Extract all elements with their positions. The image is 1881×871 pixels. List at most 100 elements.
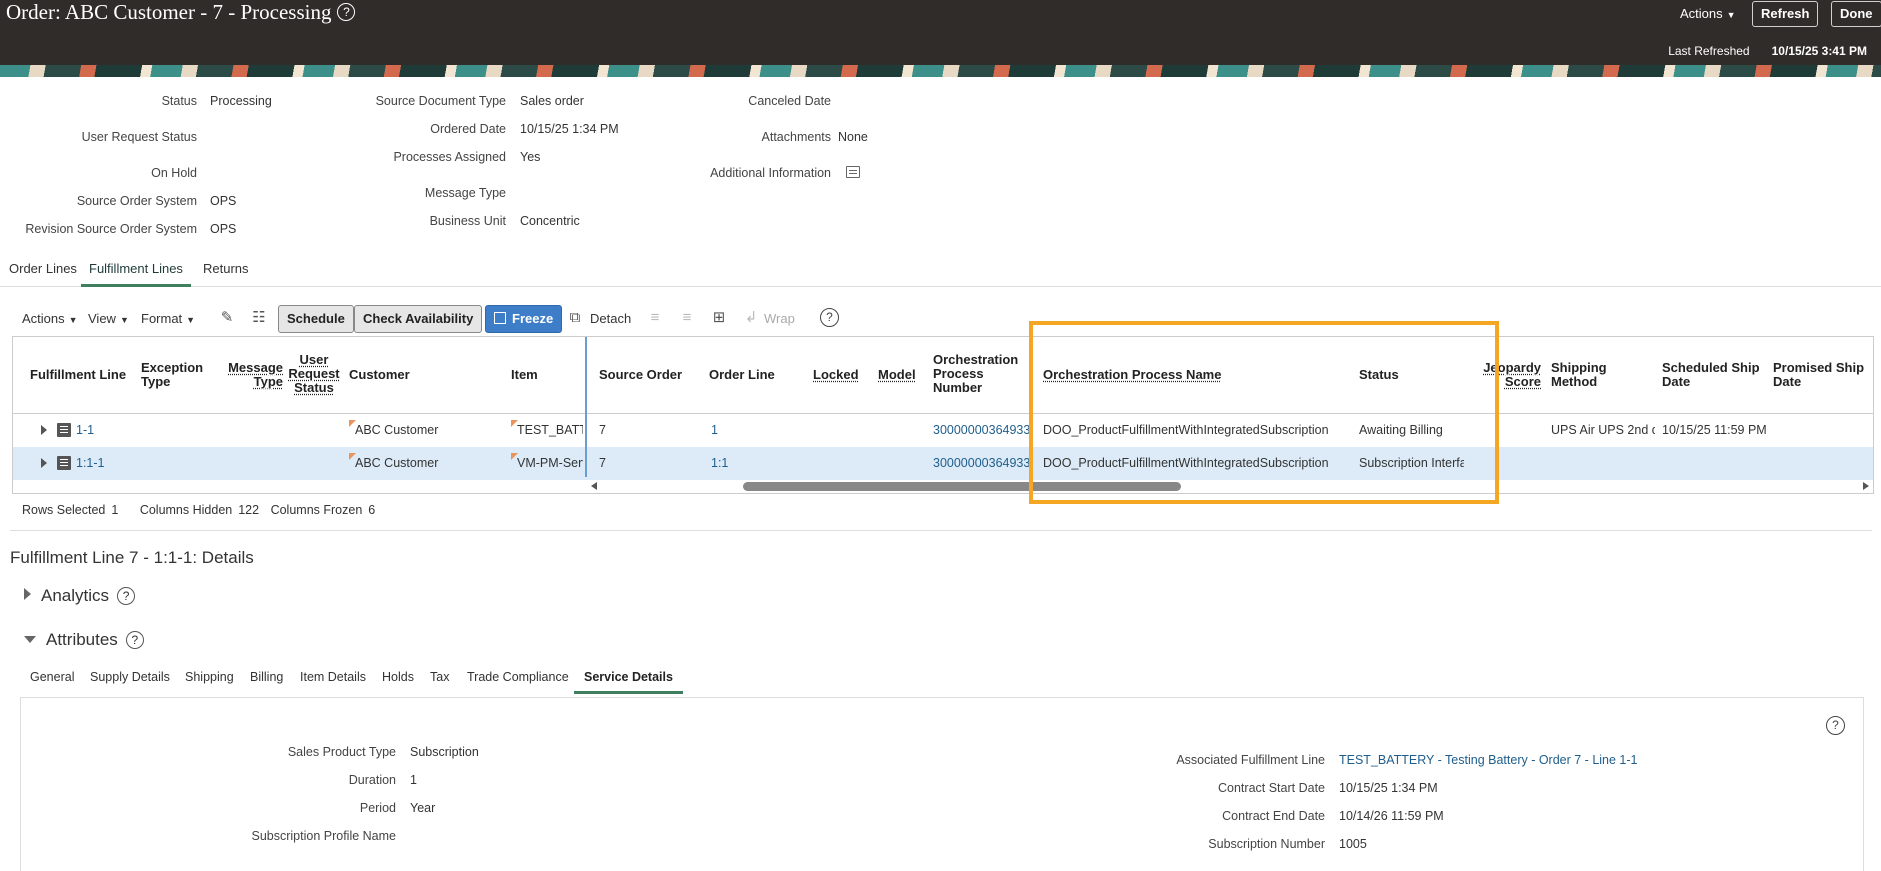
col-message-type-l1: Message xyxy=(228,360,283,375)
col-sm-l1: Shipping xyxy=(1551,360,1607,375)
decorative-banner xyxy=(0,65,1881,77)
pencil-edit-icon[interactable]: ✎ xyxy=(218,310,236,326)
hierarchy-icon[interactable]: ⊞ xyxy=(710,310,728,326)
col-locked[interactable]: Locked xyxy=(813,368,859,382)
duration-value: 1 xyxy=(410,773,417,787)
associated-fulfillment-line-link[interactable]: TEST_BATTERY - Testing Battery - Order 7… xyxy=(1339,753,1638,767)
detach-icon[interactable]: ⧉ xyxy=(566,310,584,326)
schedule-button[interactable]: Schedule xyxy=(278,305,354,333)
source-document-type-label: Source Document Type xyxy=(375,94,506,108)
rows-selected-label: Rows Selected xyxy=(22,503,106,517)
col-model[interactable]: Model xyxy=(878,368,916,382)
attribute-tabs: General Supply Details Shipping Billing … xyxy=(20,666,1870,696)
attachments-value[interactable]: None xyxy=(838,130,868,144)
source-order-system-label: Source Order System xyxy=(76,194,197,208)
cell-order-line[interactable]: 1 xyxy=(711,423,718,437)
cell-fulfillment-line[interactable]: 1:1-1 xyxy=(76,456,105,470)
source-order-system-value: OPS xyxy=(210,194,237,208)
col-ssd-l1: Scheduled Ship xyxy=(1662,360,1760,375)
tab-supply-details[interactable]: Supply Details xyxy=(90,670,170,691)
title-help-icon[interactable]: ? xyxy=(337,3,356,21)
done-button[interactable]: Done xyxy=(1831,1,1881,27)
tab-fulfillment-lines[interactable]: Fulfillment Lines xyxy=(81,261,191,287)
attributes-help-icon[interactable]: ? xyxy=(125,631,144,649)
table-row[interactable]: 1-1 ABC Customer TEST_BATTERY 7 1 300000… xyxy=(13,414,1873,447)
frozen-columns-divider[interactable] xyxy=(585,337,587,477)
freeze-button[interactable]: Freeze xyxy=(485,305,563,333)
columns-frozen-value: 6 xyxy=(368,503,376,517)
check-availability-button[interactable]: Check Availability xyxy=(354,305,483,333)
chevron-down-icon: ▼ xyxy=(186,315,196,325)
form-layout-icon[interactable]: ☷ xyxy=(250,310,268,326)
divider xyxy=(10,530,1872,531)
col-customer[interactable]: Customer xyxy=(349,368,410,382)
tab-service-details[interactable]: Service Details xyxy=(574,670,683,694)
last-refreshed-value: 10/15/25 3:41 PM xyxy=(1771,44,1867,58)
col-exception-type[interactable]: Exception Type xyxy=(141,361,203,389)
attachments-label: Attachments xyxy=(761,130,831,144)
last-refreshed-label: Last Refreshed xyxy=(1668,44,1750,58)
cell-order-line[interactable]: 1:1 xyxy=(711,456,728,470)
cell-fulfillment-line[interactable]: 1-1 xyxy=(76,423,94,437)
col-source-order[interactable]: Source Order xyxy=(599,368,682,382)
col-orch-process-number[interactable]: Orchestration Process Number xyxy=(933,353,1018,395)
tab-order-lines[interactable]: Order Lines xyxy=(9,261,77,284)
header-actions-menu[interactable]: Actions ▼ xyxy=(1680,6,1736,21)
row-details-icon[interactable] xyxy=(57,423,71,437)
horizontal-scrollbar[interactable] xyxy=(13,480,1873,492)
tab-trade-compliance[interactable]: Trade Compliance xyxy=(467,670,569,691)
actions-menu[interactable]: Actions ▼ xyxy=(22,311,78,326)
toolbar-help-icon[interactable]: ? xyxy=(820,308,839,327)
scroll-left-icon[interactable] xyxy=(591,482,597,490)
message-type-label: Message Type xyxy=(424,186,506,200)
additional-information-icon[interactable] xyxy=(846,166,860,178)
panel-help-icon[interactable]: ? xyxy=(1826,716,1845,735)
col-opn-l3: Number xyxy=(933,380,983,395)
additional-information-label: Additional Information xyxy=(710,166,831,180)
chevron-down-icon: ▼ xyxy=(1726,10,1736,20)
view-menu[interactable]: View ▼ xyxy=(88,311,129,326)
cell-orch-process-number[interactable]: 300000003649332 xyxy=(933,456,1033,470)
scroll-right-icon[interactable] xyxy=(1863,482,1869,490)
tab-returns[interactable]: Returns xyxy=(203,261,249,284)
col-urs-l2: Request xyxy=(288,366,340,381)
refresh-button[interactable]: Refresh xyxy=(1752,1,1819,27)
subscription-profile-name-label: Subscription Profile Name xyxy=(251,829,396,843)
analytics-help-icon[interactable]: ? xyxy=(117,587,136,605)
col-fulfillment-line[interactable]: Fulfillment Line xyxy=(30,368,126,382)
col-order-line[interactable]: Order Line xyxy=(709,368,775,382)
highlight-annotation xyxy=(1029,321,1499,504)
col-opn-l1: Orchestration xyxy=(933,352,1019,367)
col-scheduled-ship-date[interactable]: Scheduled Ship Date xyxy=(1662,361,1760,389)
row-details-icon[interactable] xyxy=(57,456,71,470)
format-menu[interactable]: Format ▼ xyxy=(141,311,195,326)
col-message-type[interactable]: Message Type xyxy=(227,361,283,389)
revision-source-order-system-label: Revision Source Order System xyxy=(25,222,197,236)
detach-button[interactable]: Detach xyxy=(590,311,631,326)
subscription-number-label: Subscription Number xyxy=(1208,837,1325,851)
tab-general[interactable]: General xyxy=(30,670,74,691)
col-sm-l2: Method xyxy=(1551,374,1598,389)
tab-billing[interactable]: Billing xyxy=(250,670,283,691)
expand-row-icon[interactable] xyxy=(41,458,47,468)
actions-menu-label: Actions xyxy=(22,311,65,326)
period-value: Year xyxy=(410,801,436,815)
table-row[interactable]: 1:1-1 ABC Customer VM-PM-Service 7 1:1 3… xyxy=(13,447,1873,480)
source-document-type-value: Sales order xyxy=(520,94,584,108)
cell-orch-process-number[interactable]: 300000003649332 xyxy=(933,423,1033,437)
col-user-request-status[interactable]: User Request Status xyxy=(285,353,343,395)
col-shipping-method[interactable]: Shipping Method xyxy=(1551,361,1607,389)
tab-shipping[interactable]: Shipping xyxy=(185,670,234,691)
col-item[interactable]: Item xyxy=(511,368,538,382)
expand-row-icon[interactable] xyxy=(41,425,47,435)
col-urs-l1: User xyxy=(299,352,329,367)
tab-tax[interactable]: Tax xyxy=(430,670,449,691)
analytics-section-header[interactable]: Analytics? xyxy=(24,586,136,606)
wrap-button: Wrap xyxy=(764,311,795,326)
tab-holds[interactable]: Holds xyxy=(382,670,414,691)
col-promised-ship-date[interactable]: Promised Ship Date xyxy=(1773,361,1864,389)
attributes-section-header[interactable]: Attributes? xyxy=(24,630,144,650)
cell-customer: ABC Customer xyxy=(355,456,439,470)
tab-item-details[interactable]: Item Details xyxy=(300,670,366,691)
contract-start-date-value: 10/15/25 1:34 PM xyxy=(1339,781,1438,795)
